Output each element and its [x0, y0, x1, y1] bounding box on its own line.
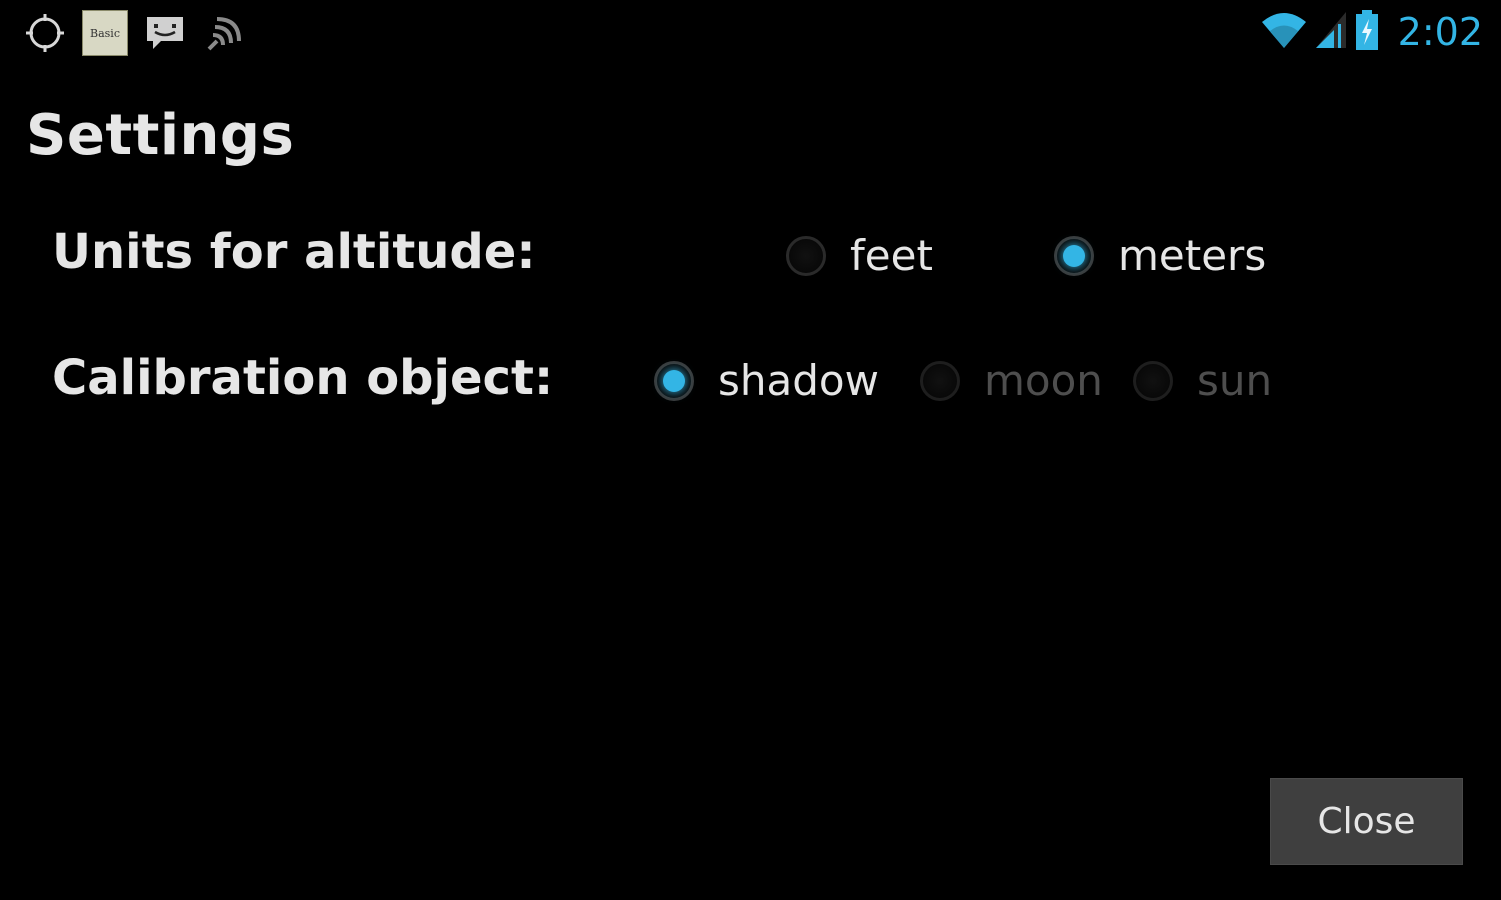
system-status-icons: 2:02 [1260, 8, 1483, 56]
radio-selected-dot [663, 370, 685, 392]
cell-signal-icon [1314, 10, 1348, 54]
app-notification-icon: Basic [82, 10, 128, 56]
notification-thumb-text: Basic [90, 26, 120, 40]
radio-meters-label[interactable]: meters [1118, 226, 1266, 286]
radio-shadow[interactable]: shadow [654, 351, 879, 411]
gps-icon [22, 10, 68, 56]
battery-charging-icon [1354, 9, 1380, 55]
wifi-icon [1260, 10, 1308, 54]
status-clock: 2:02 [1397, 10, 1483, 54]
radio-shadow-circle[interactable] [654, 361, 694, 401]
notification-icons: Basic [22, 10, 248, 56]
signal-broadcast-icon [202, 10, 248, 56]
radio-selected-dot [1063, 245, 1085, 267]
status-bar: Basic 2:02 [0, 0, 1501, 64]
altitude-units-label: Units for altitude: [52, 224, 536, 280]
sms-icon [142, 10, 188, 56]
radio-sun: sun [1133, 351, 1272, 411]
radio-sun-circle [1133, 361, 1173, 401]
calibration-object-label: Calibration object: [52, 350, 554, 406]
radio-meters-circle[interactable] [1054, 236, 1094, 276]
radio-sun-label: sun [1197, 356, 1273, 405]
radio-moon-circle [920, 361, 960, 401]
radio-moon-label: moon [984, 356, 1103, 405]
page-title: Settings [26, 103, 295, 168]
close-button[interactable]: Close [1270, 778, 1463, 865]
radio-feet[interactable]: feet [786, 226, 933, 286]
radio-shadow-label[interactable]: shadow [718, 351, 879, 411]
radio-meters[interactable]: meters [1054, 226, 1266, 286]
radio-moon: moon [920, 351, 1103, 411]
radio-feet-label[interactable]: feet [850, 226, 933, 286]
radio-feet-circle[interactable] [786, 236, 826, 276]
